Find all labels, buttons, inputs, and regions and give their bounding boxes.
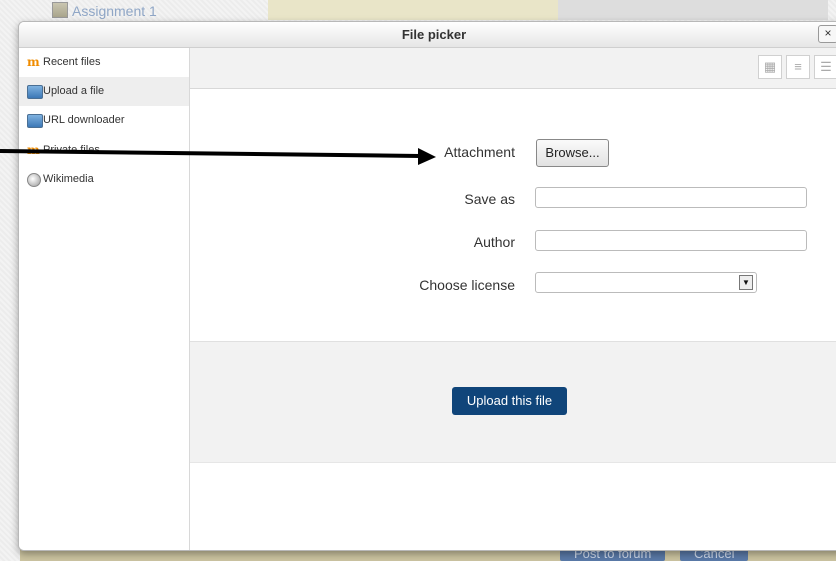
annotation-arrow <box>0 148 436 165</box>
annotation-arrow-line <box>0 149 421 158</box>
annotation-arrow-head <box>418 148 436 165</box>
